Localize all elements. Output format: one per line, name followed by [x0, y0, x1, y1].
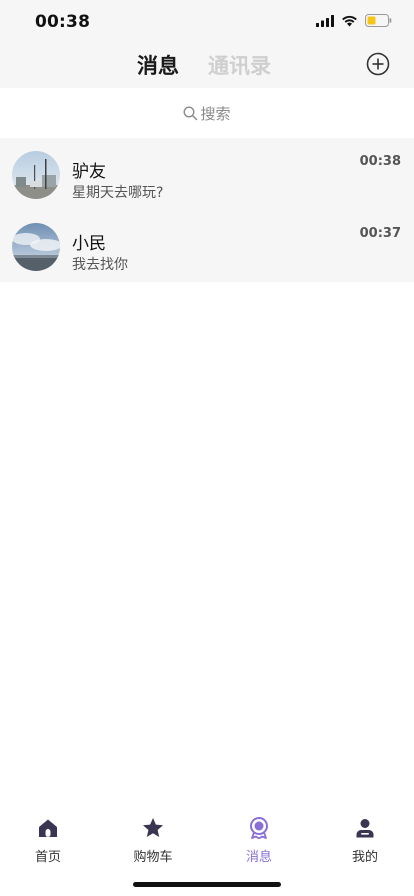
last-message: 星期天去哪玩?: [72, 185, 164, 201]
tabbar-item-home[interactable]: 首页: [3, 816, 93, 865]
cellular-signal-icon: [316, 14, 334, 27]
search-bar[interactable]: 搜索: [0, 88, 414, 138]
conversation-row[interactable]: 小民 我去找你 00:37: [0, 210, 414, 282]
tabbar-label: 消息: [245, 850, 272, 865]
tab-messages[interactable]: 消息: [137, 50, 179, 80]
message-time: 00:38: [359, 154, 401, 169]
home-icon: [39, 819, 57, 837]
search-placeholder: 搜索: [200, 104, 231, 123]
wifi-icon: [342, 15, 357, 26]
tabbar-item-messages[interactable]: 消息: [214, 816, 304, 865]
avatar: [12, 223, 60, 271]
home-indicator: [133, 882, 281, 887]
last-message: 我去找你: [72, 257, 128, 273]
avatar: [12, 151, 60, 199]
status-bar: 00:38: [0, 0, 414, 44]
tabbar-item-cart[interactable]: 购物车: [108, 816, 198, 865]
tab-contacts[interactable]: 通讯录: [208, 50, 271, 80]
battery-icon: [365, 14, 392, 27]
tabbar-label: 首页: [34, 850, 61, 865]
conversation-list: 驴友 星期天去哪玩? 00:38 小民 我去找你 00:37: [0, 138, 414, 282]
tabbar-label: 购物车: [133, 850, 173, 865]
plus-circle-icon[interactable]: [366, 52, 390, 76]
user-icon: [356, 819, 374, 838]
message-badge-icon: [250, 817, 268, 839]
tabbar-label: 我的: [351, 850, 378, 865]
contact-name: 驴友: [72, 162, 106, 182]
status-icons: [316, 14, 392, 27]
tabbar-item-profile[interactable]: 我的: [320, 816, 410, 865]
contact-name: 小民: [72, 234, 106, 254]
message-time: 00:37: [359, 226, 401, 241]
header: 消息 通讯录: [0, 44, 414, 88]
star-icon: [143, 818, 163, 837]
search-icon: [183, 105, 198, 120]
conversation-row[interactable]: 驴友 星期天去哪玩? 00:38: [0, 138, 414, 210]
status-time: 00:38: [35, 12, 91, 32]
